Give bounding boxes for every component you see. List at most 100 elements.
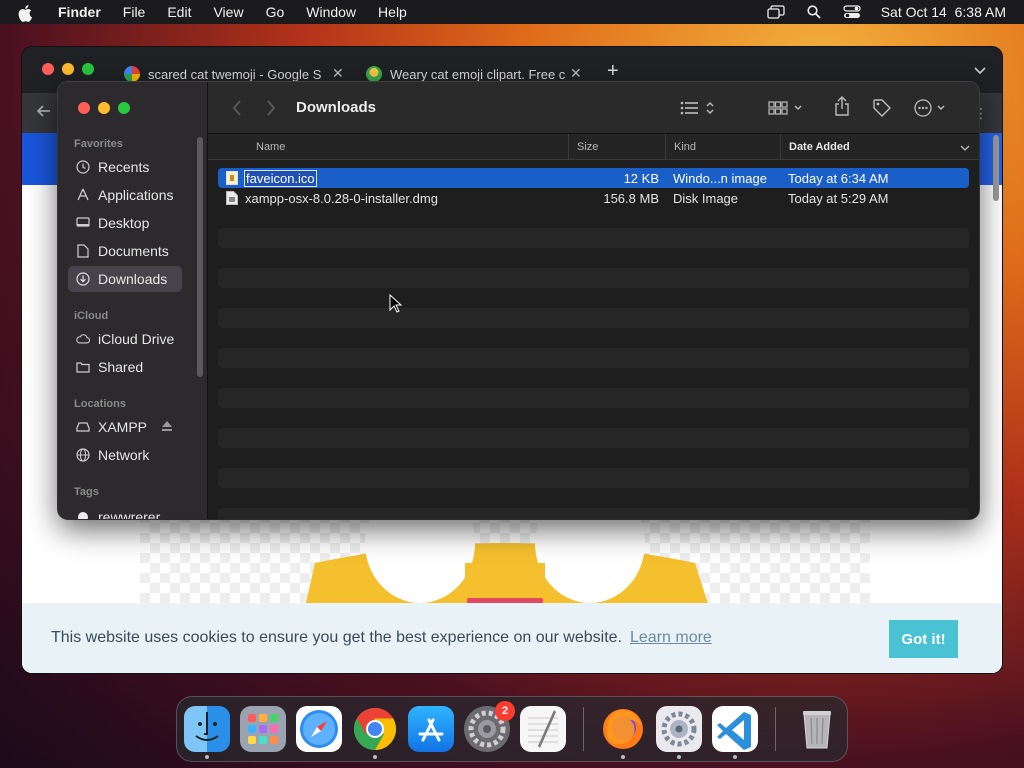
sidebar-item-shared[interactable]: Shared (68, 354, 182, 380)
empty-row (218, 348, 969, 368)
tag-icon[interactable] (872, 98, 892, 118)
tab-title: scared cat twemoji - Google S (148, 66, 322, 82)
back-chevron-icon[interactable] (232, 98, 242, 118)
sidebar-item-tag[interactable]: rewwrerer (68, 504, 182, 519)
empty-row (218, 428, 969, 448)
sidebar-item-documents[interactable]: Documents (68, 238, 182, 264)
sidebar-scrollbar[interactable] (197, 137, 203, 377)
menu-file[interactable]: File (123, 4, 146, 20)
got-it-button[interactable]: Got it! (889, 620, 958, 658)
sidebar-section-icloud: iCloud (74, 310, 109, 322)
notification-badge: 2 (495, 701, 515, 721)
menubar-clock[interactable]: Sat Oct 14 6:38 AM (881, 4, 1006, 20)
sidebar-item-label: iCloud Drive (98, 331, 175, 347)
empty-row (218, 508, 969, 519)
dock-trash-icon[interactable] (794, 706, 840, 752)
file-row-faveicon[interactable]: faveicon.ico 12 KB Windo...n image Today… (218, 168, 969, 188)
column-date-added[interactable]: Date Added (780, 134, 979, 160)
running-indicator (677, 755, 681, 759)
menu-view[interactable]: View (213, 4, 243, 20)
finder-zoom-button[interactable] (118, 102, 130, 114)
file-size: 156.8 MB (603, 190, 659, 206)
dock-textedit-icon[interactable] (520, 706, 566, 752)
new-tab-button[interactable]: + (607, 60, 619, 83)
close-tab-icon[interactable]: ✕ (570, 65, 582, 82)
sidebar-item-downloads[interactable]: Downloads (68, 266, 182, 292)
tab-title: Weary cat emoji clipart. Free c (390, 66, 566, 82)
sidebar-item-applications[interactable]: Applications (68, 182, 182, 208)
sidebar-item-recents[interactable]: Recents (68, 154, 182, 180)
screen-mirroring-icon[interactable] (767, 5, 785, 19)
dock-launchpad-icon[interactable] (240, 706, 286, 752)
forward-chevron-icon[interactable] (266, 98, 276, 118)
finder-sidebar: Favorites Recents Applications Desktop D… (58, 82, 208, 519)
apple-menu-icon[interactable] (18, 4, 40, 22)
sort-chevron-icon[interactable] (960, 143, 970, 155)
sidebar-item-desktop[interactable]: Desktop (68, 210, 182, 236)
file-date-added: Today at 5:29 AM (788, 190, 889, 206)
sidebar-item-label: Desktop (98, 215, 150, 231)
globe-icon (76, 448, 90, 462)
running-indicator (205, 755, 209, 759)
group-by-icon[interactable] (768, 98, 804, 118)
sidebar-item-label: Applications (98, 187, 174, 203)
dock-finder-icon[interactable] (184, 706, 230, 752)
finder-minimize-button[interactable] (98, 102, 110, 114)
menu-edit[interactable]: Edit (167, 4, 191, 20)
google-icon (124, 66, 140, 82)
control-center-icon[interactable] (843, 5, 861, 19)
empty-row (218, 468, 969, 488)
close-tab-icon[interactable]: ✕ (332, 65, 344, 82)
running-indicator (373, 755, 377, 759)
tab-search-chevron-icon[interactable] (974, 63, 986, 78)
dock-system-preferences-icon[interactable] (656, 706, 702, 752)
empty-row (218, 308, 969, 328)
sidebar-item-label: Documents (98, 243, 169, 259)
empty-row (218, 228, 969, 248)
browser-minimize-button[interactable] (62, 63, 74, 75)
browser-scrollbar[interactable] (992, 135, 1000, 215)
sidebar-item-label: rewwrerer (98, 509, 161, 519)
list-view-icon[interactable] (680, 98, 718, 118)
dock-app-store-icon[interactable] (408, 706, 454, 752)
column-kind[interactable]: Kind (665, 134, 780, 160)
dock-chrome-icon[interactable] (352, 706, 398, 752)
menu-go[interactable]: Go (266, 4, 285, 20)
file-kind: Disk Image (673, 190, 739, 206)
finder-close-button[interactable] (78, 102, 90, 114)
browser-zoom-button[interactable] (82, 63, 94, 75)
disk-image-icon (226, 191, 238, 205)
menu-window[interactable]: Window (306, 4, 356, 20)
running-indicator (621, 755, 625, 759)
sidebar-item-network[interactable]: Network (68, 442, 182, 468)
download-icon (76, 272, 90, 286)
spotlight-search-icon[interactable] (805, 5, 823, 19)
dock-separator (583, 707, 584, 751)
learn-more-link[interactable]: Learn more (630, 629, 712, 647)
empty-row (218, 388, 969, 408)
cookie-banner: This website uses cookies to ensure you … (22, 603, 1002, 673)
cloud-icon (76, 332, 90, 346)
eject-icon[interactable] (161, 420, 173, 435)
file-row-xampp-installer[interactable]: xampp-osx-8.0.28-0-installer.dmg 156.8 M… (218, 188, 969, 208)
file-size: 12 KB (623, 170, 659, 186)
share-icon[interactable] (834, 96, 850, 116)
back-arrow-icon[interactable] (36, 103, 52, 122)
column-name[interactable]: Name (248, 134, 568, 160)
finder-main: Downloads Name Size Kind Date Added fave… (208, 82, 979, 519)
window-title: Downloads (296, 99, 377, 116)
dock-vscode-icon[interactable] (712, 706, 758, 752)
action-menu-icon[interactable] (914, 98, 948, 118)
menu-help[interactable]: Help (378, 4, 407, 20)
sidebar-item-label: Network (98, 447, 150, 463)
browser-close-button[interactable] (42, 63, 54, 75)
dock-firefox-icon[interactable] (600, 706, 646, 752)
dock-safari-icon[interactable] (296, 706, 342, 752)
filename-edit-field[interactable]: faveicon.ico (244, 169, 317, 187)
file-name: xampp-osx-8.0.28-0-installer.dmg (245, 190, 438, 206)
menu-app-finder[interactable]: Finder (58, 4, 101, 20)
sidebar-item-label: Recents (98, 159, 150, 175)
column-size[interactable]: Size (568, 134, 668, 160)
file-date-added: Today at 6:34 AM (788, 170, 889, 186)
sidebar-item-icloud-drive[interactable]: iCloud Drive (68, 326, 182, 352)
